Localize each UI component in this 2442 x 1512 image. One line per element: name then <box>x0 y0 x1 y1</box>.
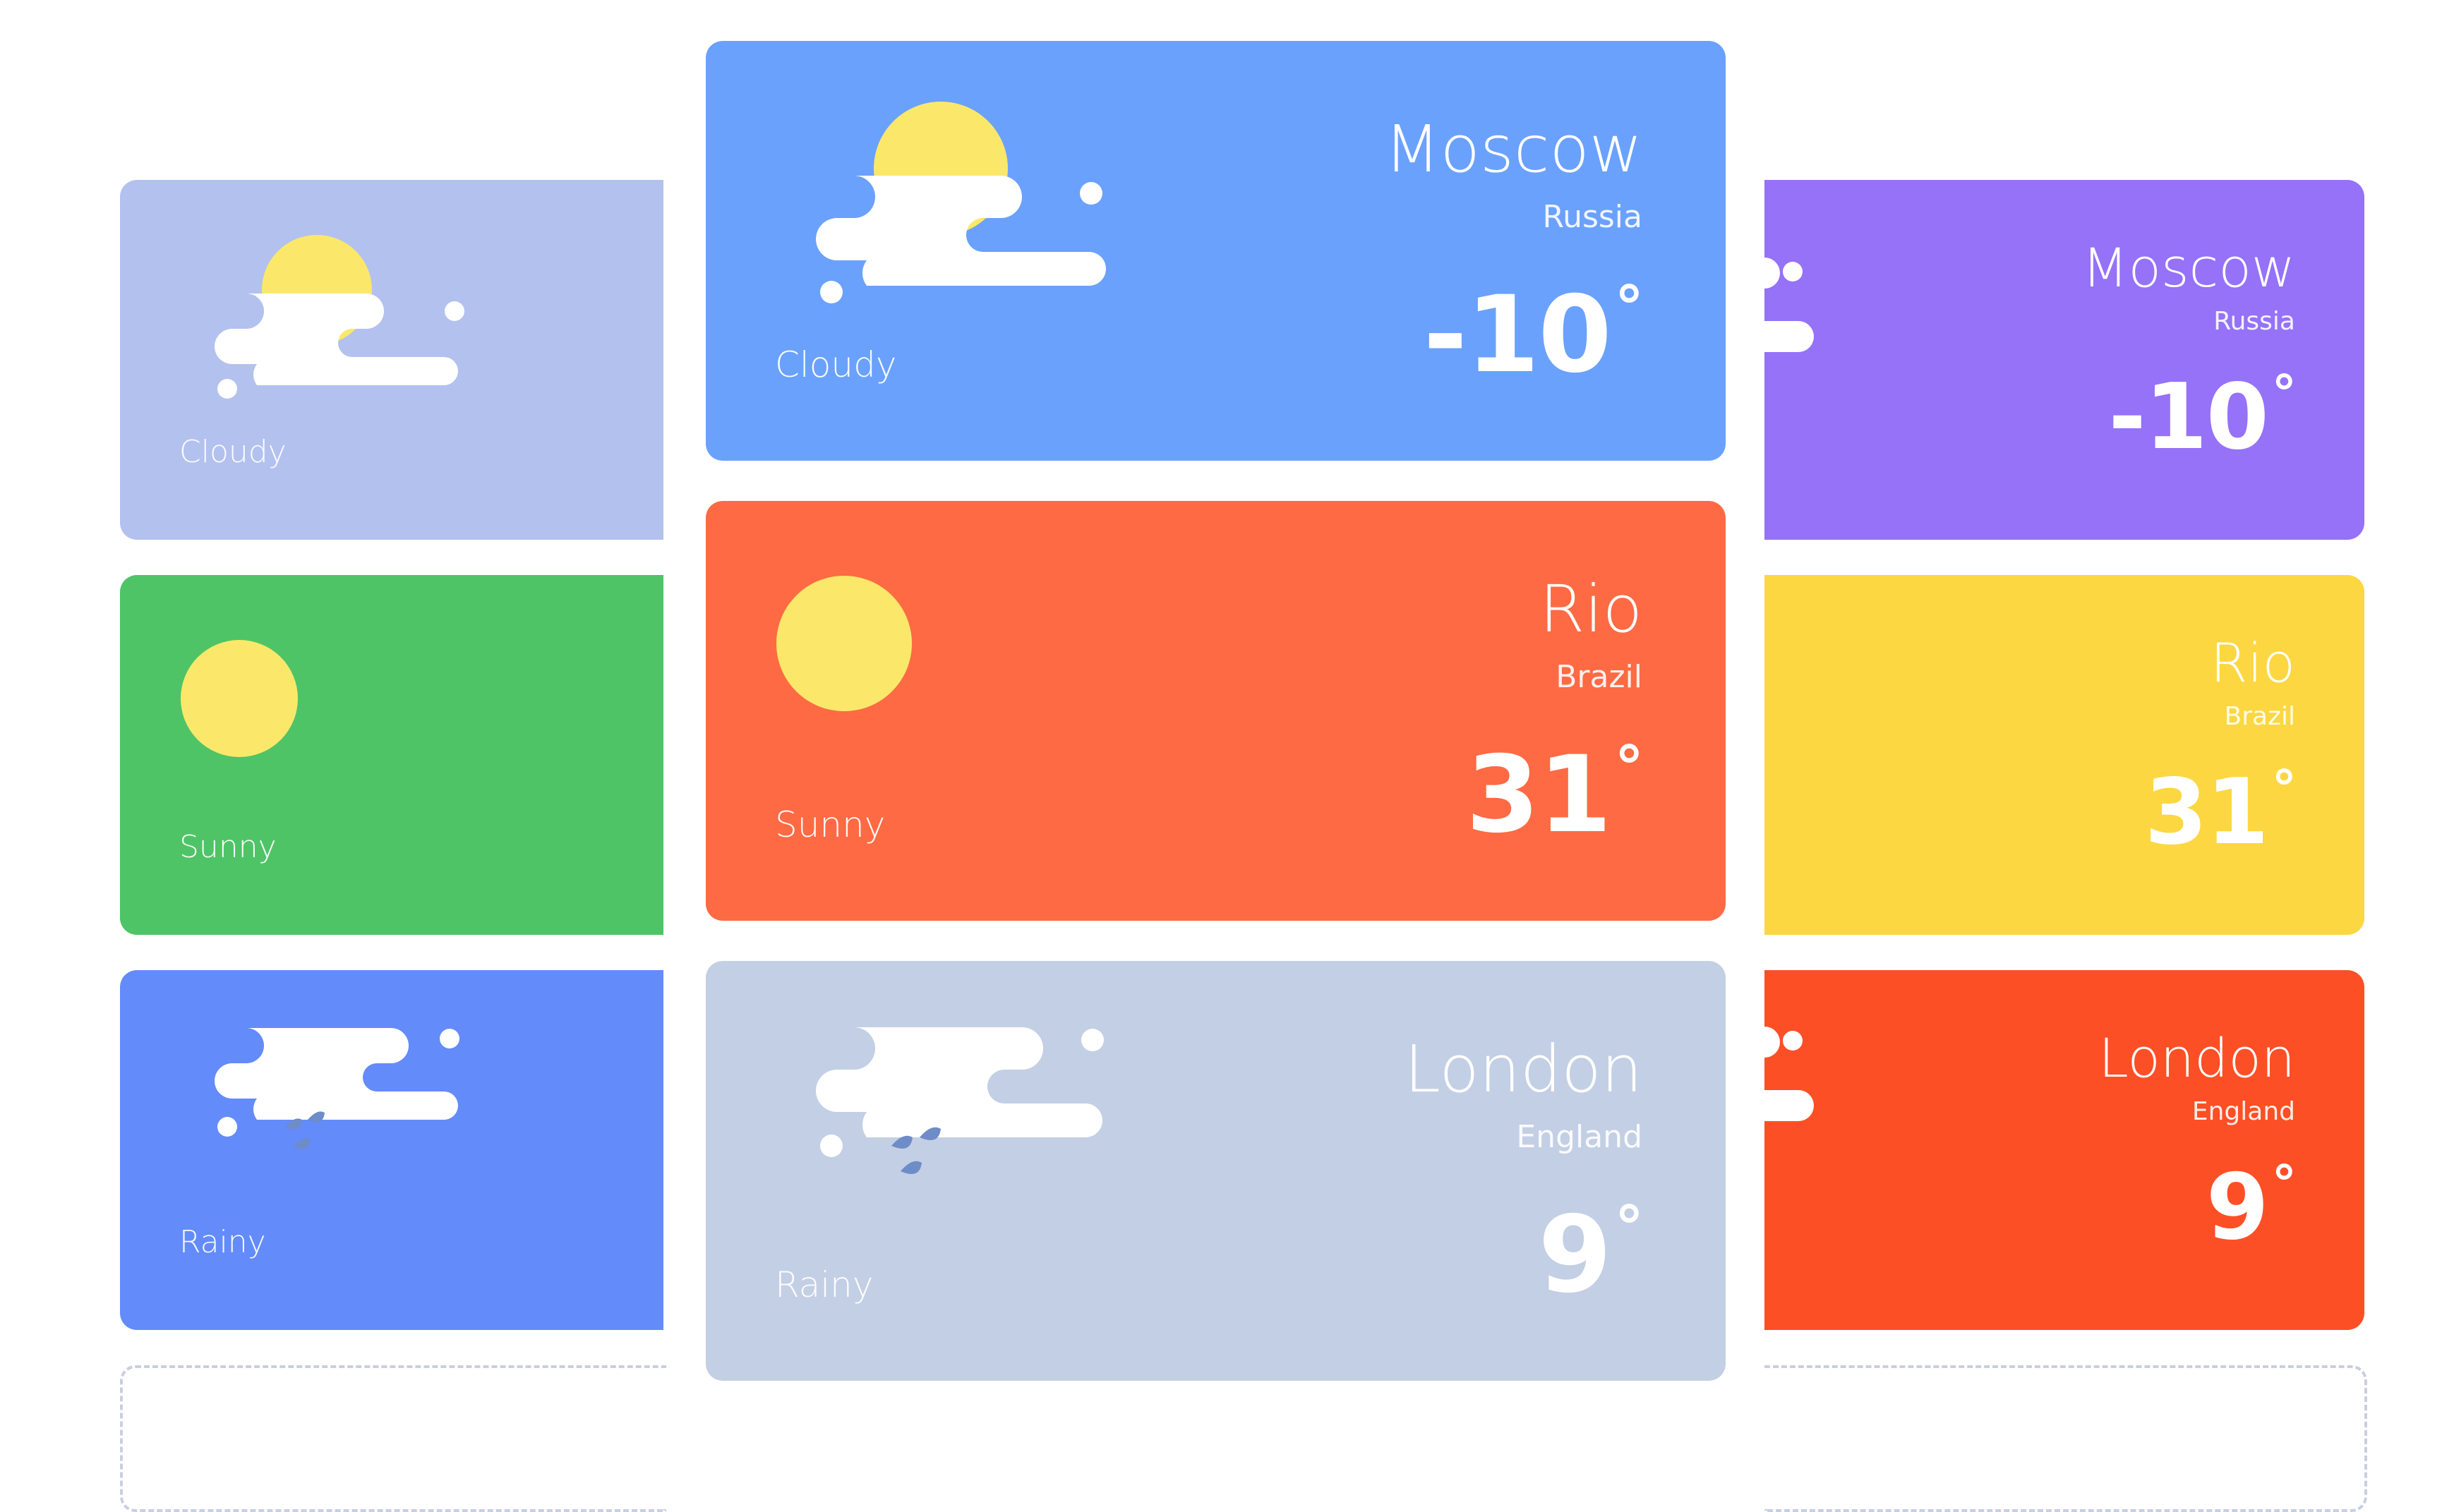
temperature: -10° <box>2108 365 2297 470</box>
city-name: Rio <box>1539 571 1642 647</box>
country-name: Brazil <box>1556 659 1642 695</box>
temperature: -10° <box>1423 274 1644 397</box>
city-name: London <box>2098 1027 2295 1089</box>
add-card-placeholder-right[interactable] <box>1764 1365 2367 1512</box>
temperature: 9° <box>2206 1155 2297 1260</box>
temperature: 9° <box>1538 1194 1644 1317</box>
country-name: Russia <box>1542 199 1642 235</box>
weather-card-sunny-left[interactable]: Sunny <box>120 575 663 935</box>
city-name: Rio <box>2210 631 2295 694</box>
sun-behind-cloud-icon <box>816 102 1106 303</box>
temperature: 31° <box>2144 760 2297 865</box>
condition-label: Rainy <box>179 1224 266 1260</box>
sun-icon <box>776 576 912 711</box>
temperature: 31° <box>1466 734 1644 857</box>
weather-card-cloudy-left[interactable]: Cloudy <box>120 180 663 540</box>
sun-icon <box>181 640 298 757</box>
weather-card-rio-right[interactable]: Rio Brazil 31° <box>1764 575 2364 935</box>
sun-behind-cloud-icon <box>215 235 464 399</box>
add-card-placeholder-left[interactable] <box>120 1365 666 1512</box>
weather-card-london-right[interactable]: London England 9° <box>1764 970 2364 1330</box>
country-name: Brazil <box>2224 702 2295 731</box>
city-name: London <box>1404 1032 1642 1107</box>
condition-label: Cloudy <box>179 434 287 470</box>
country-name: England <box>2191 1097 2295 1126</box>
weather-card-moscow-right[interactable]: Moscow Russia -10° <box>1764 180 2364 540</box>
rain-cloud-icon <box>215 1028 459 1149</box>
cloud-icon <box>1764 1027 1814 1121</box>
weather-card-london[interactable]: Rainy London England 9° <box>706 961 1726 1381</box>
city-name: Moscow <box>1384 111 1642 187</box>
condition-label: Cloudy <box>775 344 897 385</box>
country-name: Russia <box>2213 307 2295 336</box>
weather-card-rio[interactable]: Sunny Rio Brazil 31° <box>706 501 1726 921</box>
country-name: England <box>1516 1119 1642 1155</box>
rain-cloud-icon <box>816 1027 1104 1174</box>
city-name: Moscow <box>2081 236 2295 299</box>
condition-label: Sunny <box>179 829 277 865</box>
weather-card-moscow[interactable]: Cloudy Moscow Russia -10° <box>706 41 1726 461</box>
condition-label: Rainy <box>775 1264 874 1305</box>
weather-card-rainy-left[interactable]: Rainy <box>120 970 663 1330</box>
condition-label: Sunny <box>775 804 886 845</box>
cloud-icon <box>1764 258 1814 352</box>
